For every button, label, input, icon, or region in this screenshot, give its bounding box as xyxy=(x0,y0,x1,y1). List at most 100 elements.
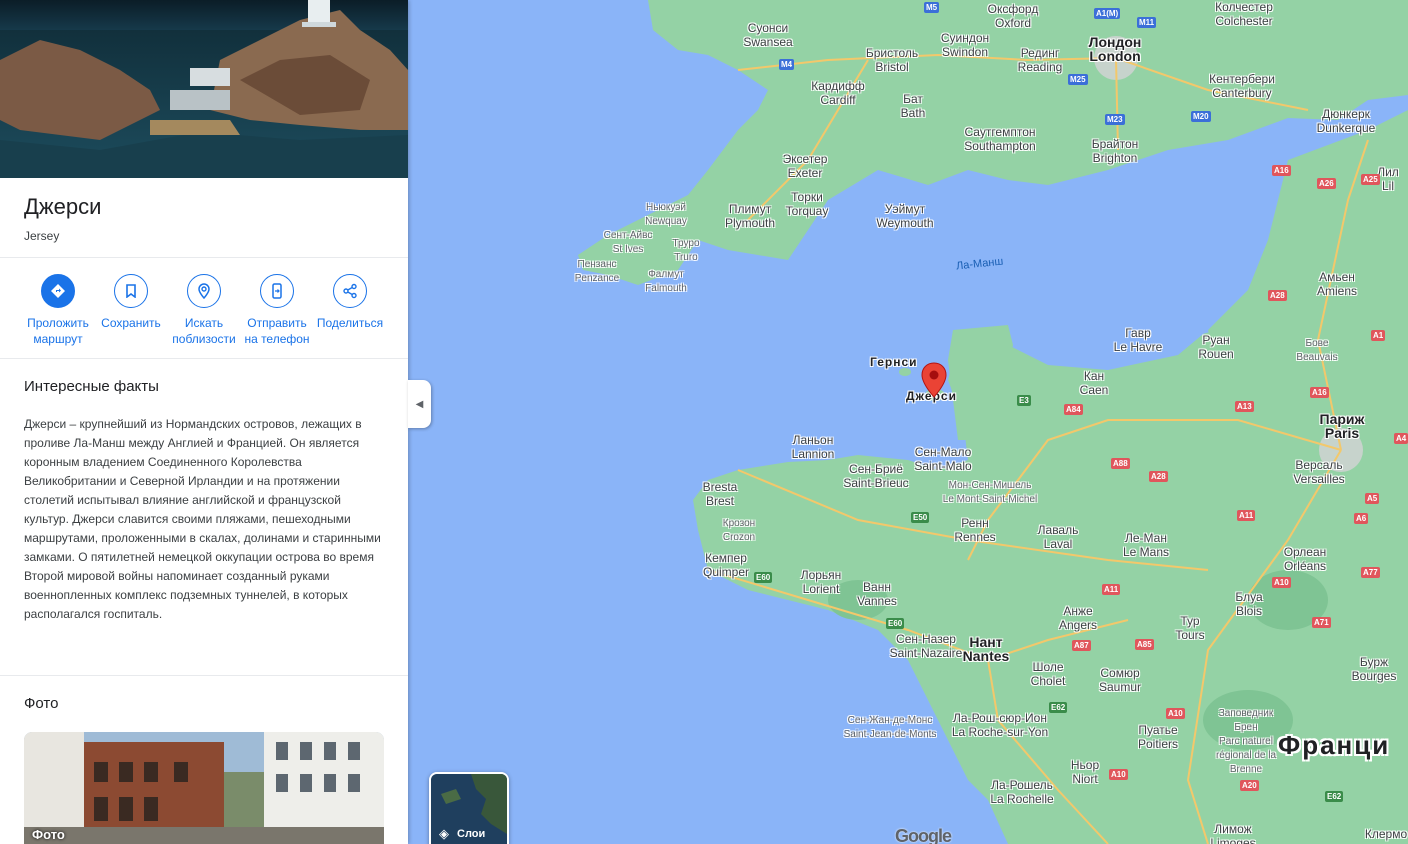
city-newquay[interactable]: Ньюкуэй Newquay xyxy=(645,201,687,229)
city-name: Vannes xyxy=(857,594,897,608)
city-name-ru: Бристоль xyxy=(865,46,919,60)
city-colchester[interactable]: Колчестер Colchester xyxy=(1215,0,1273,28)
save-button[interactable]: Сохранить xyxy=(93,274,169,331)
city-name-ru: Орлеан xyxy=(1283,545,1327,559)
city-name-ru: Брайтон xyxy=(1091,137,1139,151)
city-name-ru: Мон-Сен-Мишель xyxy=(948,480,1032,491)
city-bristol[interactable]: Бристоль Bristol xyxy=(866,46,918,74)
hero-photo[interactable] xyxy=(0,0,408,178)
directions-button[interactable]: Проложить маршрут xyxy=(20,274,96,347)
city-limoges[interactable]: Лимож Limoges xyxy=(1210,822,1255,844)
city-swansea[interactable]: Суонси Swansea xyxy=(743,21,792,49)
city-name: Truro xyxy=(674,252,698,263)
city-name-ru: Руан xyxy=(1202,333,1230,347)
city-oxford[interactable]: Оксфорд Oxford xyxy=(988,2,1039,30)
city-exeter[interactable]: Экcетер Exeter xyxy=(783,152,828,180)
city-plymouth[interactable]: Плимут Plymouth xyxy=(725,202,775,230)
map-canvas[interactable]: Ла-Манш Суонси Swansea Оксфорд Oxford Колч… xyxy=(408,0,1408,844)
city-name-ru: Кан xyxy=(1083,369,1105,383)
city-bath[interactable]: Бат Bath xyxy=(901,92,926,120)
city-dunkerque[interactable]: Дюнкерк Dunkerque xyxy=(1317,107,1376,135)
city-st-ives[interactable]: Сент-Айвс St Ives xyxy=(604,229,653,257)
send-to-phone-button[interactable]: Отправить на телефон xyxy=(239,274,315,347)
road-shield: A11 xyxy=(1102,584,1121,595)
island-label-guernsey[interactable]: Гернси xyxy=(870,355,918,369)
city-name-ru: Париж xyxy=(1319,411,1365,427)
city-la-rochelle[interactable]: Ла-Рошель La Rochelle xyxy=(990,778,1053,806)
city-laval[interactable]: Лаваль Laval xyxy=(1038,523,1079,551)
city-tours[interactable]: Тур Tours xyxy=(1175,614,1204,642)
city-la-roche-sur-yon[interactable]: Ла-Рош-сюр-Ион La Roche-sur-Yon xyxy=(952,711,1048,739)
country-label: Франци xyxy=(1278,730,1391,760)
city-name-ru: Тур xyxy=(1180,614,1200,628)
road-shield: E60 xyxy=(886,618,905,629)
nearby-button[interactable]: Искать поблизости xyxy=(166,274,242,347)
city-southampton[interactable]: Саутгемптон Southampton xyxy=(964,125,1035,153)
road-shield: E50 xyxy=(911,512,930,523)
city-poitiers[interactable]: Пуатье Poitiers xyxy=(1138,723,1178,751)
city-truro[interactable]: Труро Truro xyxy=(672,237,699,265)
city-quimper[interactable]: Кемпер Quimper xyxy=(703,551,749,579)
city-brest[interactable]: Bresta Brest xyxy=(703,480,738,508)
city-beauvais[interactable]: Бове Beauvais xyxy=(1296,337,1337,365)
city-name-ru: Кемпер xyxy=(705,551,747,565)
city-mont-saint-michel[interactable]: Мон-Сен-Мишель Le Mont-Saint-Michel xyxy=(943,479,1037,507)
city-name-ru: Фалмут xyxy=(648,269,684,280)
city-clermont[interactable]: Клермо xyxy=(1365,827,1407,841)
city-lille[interactable]: Лил Lil xyxy=(1377,165,1399,193)
city-blois[interactable]: Блуа Blois xyxy=(1235,590,1262,618)
city-niort[interactable]: Ньор Niort xyxy=(1071,758,1099,786)
city-lannion[interactable]: Ланьон Lannion xyxy=(792,433,835,461)
city-cardiff[interactable]: Кардифф Cardiff xyxy=(811,79,865,107)
city-crozon[interactable]: Крозон Crozon xyxy=(723,517,755,545)
city-name: Falmouth xyxy=(645,283,687,294)
city-name: Laval xyxy=(1043,537,1073,551)
city-le-mans[interactable]: Ле-Ман Le Mans xyxy=(1123,531,1169,559)
city-paris[interactable]: Париж Paris xyxy=(1320,412,1365,440)
city-rennes[interactable]: Ренн Rennes xyxy=(954,516,995,544)
city-caen[interactable]: Кан Caen xyxy=(1080,369,1109,397)
city-saint-nazaire[interactable]: Сен-Назер Saint-Nazaire xyxy=(890,632,963,660)
city-penzance[interactable]: Пензанс Penzance xyxy=(575,258,619,286)
city-saint-jean-de-monts[interactable]: Сен-Жан-де-Монс Saint-Jean-de-Monts xyxy=(844,714,937,742)
city-saumur[interactable]: Сомюр Saumur xyxy=(1099,666,1141,694)
city-name: Lil xyxy=(1381,179,1394,193)
city-name-ru: Ланьон xyxy=(792,433,834,447)
city-london[interactable]: Лондон London xyxy=(1089,35,1142,63)
city-orleans[interactable]: Орлеан Orléans xyxy=(1284,545,1327,573)
city-rouen[interactable]: Руан Rouen xyxy=(1198,333,1233,361)
city-name-ru: Ла-Рош-сюр-Ион xyxy=(953,711,1047,725)
city-nantes[interactable]: Нант Nantes xyxy=(963,635,1010,663)
city-name-ru: Версаль xyxy=(1295,458,1343,472)
city-bourges[interactable]: Бурж Bourges xyxy=(1352,655,1397,683)
city-saint-brieuc[interactable]: Сен-Бриё Saint-Brieuc xyxy=(843,462,908,490)
share-button[interactable]: Поделиться xyxy=(312,274,388,331)
city-name: Saumur xyxy=(1098,680,1142,694)
lighthouse-photo xyxy=(0,0,408,178)
city-falmouth[interactable]: Фалмут Falmouth xyxy=(645,268,687,296)
city-name: Cardiff xyxy=(820,93,856,107)
city-torquay[interactable]: Торки Torquay xyxy=(786,190,829,218)
park-brenne[interactable]: Заповедник Брен Parc naturel régional de … xyxy=(1206,707,1286,777)
photo-card[interactable]: Фото xyxy=(24,732,384,844)
city-saint-malo[interactable]: Сен-Мало Saint-Malo xyxy=(914,445,971,473)
city-name-ru: Ванн xyxy=(863,580,891,594)
city-weymouth[interactable]: Уэймут Weymouth xyxy=(876,202,933,230)
road-shield: A10 xyxy=(1109,769,1128,780)
city-le-havre[interactable]: Гавр Le Havre xyxy=(1114,326,1163,354)
collapse-panel-button[interactable]: ◀ xyxy=(408,380,431,428)
city-angers[interactable]: Анже Angers xyxy=(1059,604,1097,632)
city-reading[interactable]: Рединг Reading xyxy=(1018,46,1063,74)
city-brighton[interactable]: Брайтон Brighton xyxy=(1092,137,1139,165)
city-name-ru: Пуатье xyxy=(1138,723,1178,737)
city-amiens[interactable]: Амьен Amiens xyxy=(1317,270,1357,298)
city-lorient[interactable]: Лорьян Lorient xyxy=(801,568,842,596)
city-swindon[interactable]: Суиндон Swindon xyxy=(941,31,989,59)
city-versailles[interactable]: Версаль Versailles xyxy=(1293,458,1344,486)
city-canterbury[interactable]: Кентербери Canterbury xyxy=(1209,72,1275,100)
city-vannes[interactable]: Ванн Vannes xyxy=(857,580,897,608)
layers-icon: ◈ xyxy=(439,826,449,841)
city-name: Quimper xyxy=(702,565,750,579)
layers-button[interactable]: ◈ Слои xyxy=(429,772,509,844)
city-cholet[interactable]: Шоле Cholet xyxy=(1031,660,1066,688)
